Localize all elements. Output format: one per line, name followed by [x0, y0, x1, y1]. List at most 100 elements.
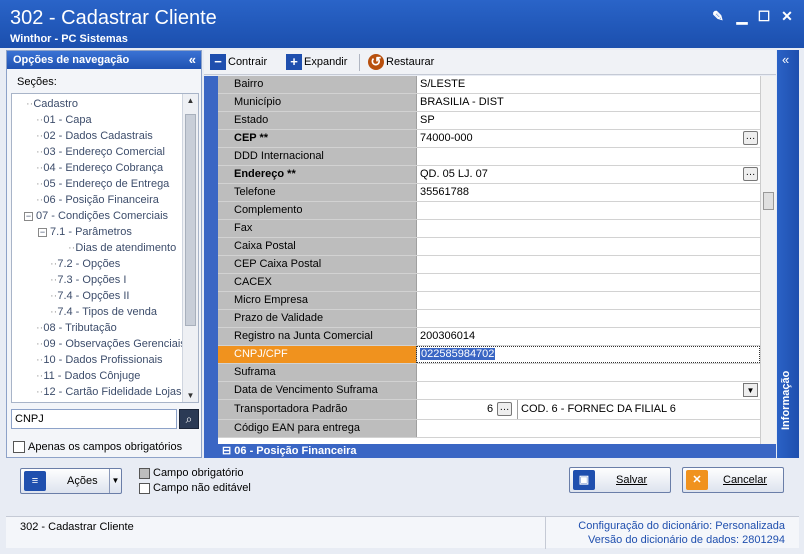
tree-item[interactable]: ··01 - Capa [36, 112, 92, 128]
section-search-input[interactable]: CNPJ [11, 409, 177, 429]
field-label: Estado [218, 112, 416, 129]
field-value-input[interactable]: QD. 05 LJ. 07… [416, 166, 760, 183]
info-tab-label: Informação [780, 370, 792, 430]
tree-item[interactable]: ··06 - Posição Financeira [36, 192, 159, 208]
tree-item[interactable]: ··09 - Observações Gerenciais [36, 336, 186, 352]
field-row: Código EAN para entrega [218, 420, 760, 438]
scroll-up-icon[interactable]: ▲ [183, 96, 198, 105]
field-value-input[interactable]: ▼ [416, 382, 760, 399]
field-value-input[interactable] [416, 256, 760, 273]
collapse-button[interactable]: − Contrair [210, 54, 267, 71]
tree-expander-icon[interactable]: − [24, 212, 33, 221]
checkbox-box[interactable] [13, 441, 25, 454]
expand-right-icon[interactable]: « [782, 52, 789, 67]
tree-item-label: 05 - Endereço de Entrega [43, 178, 170, 190]
tree-item-label: 7.4 - Tipos de venda [57, 306, 158, 318]
tree-item[interactable]: ··Cadastro [26, 96, 78, 112]
cancel-button[interactable]: ✕ Cancelar [682, 467, 784, 493]
tree-item[interactable]: ··11 - Dados Cônjuge [36, 368, 140, 384]
field-row: Transportadora Padrão 6 … COD. 6 - FORNEC D… [218, 400, 760, 420]
field-value-input[interactable] [416, 420, 760, 437]
section-collapse-icon[interactable]: ⊟ [222, 445, 234, 457]
field-value-input[interactable]: BRASILIA - DIST [416, 94, 760, 111]
field-value-input[interactable] [416, 364, 760, 381]
tree-item[interactable]: ··03 - Endereço Comercial [36, 144, 165, 160]
expand-button[interactable]: + Expandir [286, 54, 347, 71]
not-editable-swatch [139, 482, 150, 494]
tree-item[interactable]: ··02 - Dados Cadastrais [36, 128, 153, 144]
tree-item[interactable]: ··7.4 - Tipos de venda [50, 304, 157, 320]
actions-dropdown-icon[interactable]: ▼ [109, 469, 121, 493]
field-value-input[interactable] [416, 220, 760, 237]
search-icon[interactable]: ⌕ [179, 409, 199, 429]
tree-scroll-thumb[interactable] [185, 114, 196, 326]
field-value-text: 200306014 [420, 330, 476, 342]
field-value-input[interactable]: SP [416, 112, 760, 129]
field-row: Estado SP [218, 112, 760, 130]
lookup-button[interactable]: … [743, 167, 758, 181]
tree-scrollbar[interactable]: ▲ ▼ [182, 94, 198, 402]
collapse-left-icon[interactable]: « [189, 51, 196, 69]
tree-item[interactable]: ··Dias de atendimento [68, 240, 176, 256]
dict-config-label: Configuração do dicionário: [578, 520, 713, 532]
tree-item[interactable]: ··7.4 - Opções II [50, 288, 129, 304]
close-icon[interactable]: ✕ [779, 8, 795, 24]
info-panel[interactable]: « Informação [777, 50, 799, 458]
field-value-input[interactable]: 200306014 [416, 328, 760, 345]
field-value-input[interactable] [416, 238, 760, 255]
maximize-icon[interactable]: ☐ [756, 8, 772, 24]
actions-button[interactable]: ≡ Ações ▼ [20, 468, 122, 494]
only-required-checkbox[interactable]: Apenas os campos obrigatórios [13, 441, 183, 454]
save-button[interactable]: ▣ Salvar [569, 467, 671, 493]
field-label: Transportadora Padrão [218, 400, 416, 419]
field-value-input[interactable] [416, 310, 760, 327]
grid-scrollbar[interactable] [760, 76, 776, 444]
dict-config: Configuração do dicionário: Personalizad… [578, 520, 785, 532]
chevron-down-icon[interactable]: ▼ [743, 383, 758, 397]
transport-code[interactable]: 6 [487, 400, 493, 419]
minimize-icon[interactable]: ▁ [734, 8, 750, 24]
tree-item[interactable]: ··08 - Tributação [36, 320, 117, 336]
field-row: CEP ** 74000-000… [218, 130, 760, 148]
field-value-input[interactable] [416, 292, 760, 309]
field-label: Suframa [218, 364, 416, 381]
tree-expander-icon[interactable]: − [38, 228, 47, 237]
field-value-input[interactable]: 6 … COD. 6 - FORNEC DA FILIAL 6 [416, 400, 760, 419]
field-value-input[interactable] [416, 202, 760, 219]
field-value-input[interactable]: 74000-000… [416, 130, 760, 147]
grid-scroll-thumb[interactable] [763, 192, 774, 210]
field-value-input[interactable]: 35561788 [416, 184, 760, 201]
tree-item[interactable]: ··05 - Endereço de Entrega [36, 176, 169, 192]
tree-item[interactable]: ··7.2 - Opções [50, 256, 120, 272]
tree-item[interactable]: ··7.3 - Opções I [50, 272, 126, 288]
tree-item-label: 10 - Dados Profissionais [43, 354, 163, 366]
scroll-down-icon[interactable]: ▼ [183, 391, 198, 400]
field-value-input[interactable]: S/LESTE [416, 76, 760, 93]
navigation-header: Opções de navegação « [7, 51, 201, 69]
tree-item[interactable]: −07 - Condições Comerciais [24, 208, 168, 224]
lookup-button[interactable]: … [743, 131, 758, 145]
restore-button[interactable]: ↺ Restaurar [368, 54, 434, 71]
field-value-input[interactable] [416, 274, 760, 291]
plus-icon: + [286, 54, 302, 71]
sections-tree[interactable]: ··Cadastro ··01 - Capa ··02 - Dados Cadast… [11, 93, 199, 403]
field-label: Micro Empresa [218, 292, 416, 309]
edit-icon[interactable]: ✎ [710, 8, 726, 24]
field-value-input[interactable] [416, 148, 760, 165]
only-required-label: Apenas os campos obrigatórios [28, 441, 183, 453]
transport-lookup-button[interactable]: … [497, 402, 512, 416]
tree-item-label: 09 - Observações Gerenciais [43, 338, 186, 350]
tree-item[interactable]: ··10 - Dados Profissionais [36, 352, 163, 368]
field-row: Fax [218, 220, 760, 238]
field-value-input[interactable]: 022585984702 [416, 346, 760, 363]
actions-label: Ações [67, 475, 98, 487]
field-row: CNPJ/CPF 022585984702 [218, 346, 760, 364]
grid-toolbar: − Contrair + Expandir ↺ Restaurar [204, 50, 776, 75]
tree-item[interactable]: ··04 - Endereço Cobrança [36, 160, 163, 176]
tree-item[interactable]: ··12 - Cartão Fidelidade Lojas [36, 384, 182, 400]
next-section-header[interactable]: ⊟ 06 - Posição Financeira [204, 444, 776, 458]
tree-item-label: Dias de atendimento [75, 242, 177, 254]
tree-item-label: 01 - Capa [43, 114, 92, 126]
tree-item[interactable]: −7.1 - Parâmetros [38, 224, 132, 240]
tree-item-label: 08 - Tributação [43, 322, 117, 334]
